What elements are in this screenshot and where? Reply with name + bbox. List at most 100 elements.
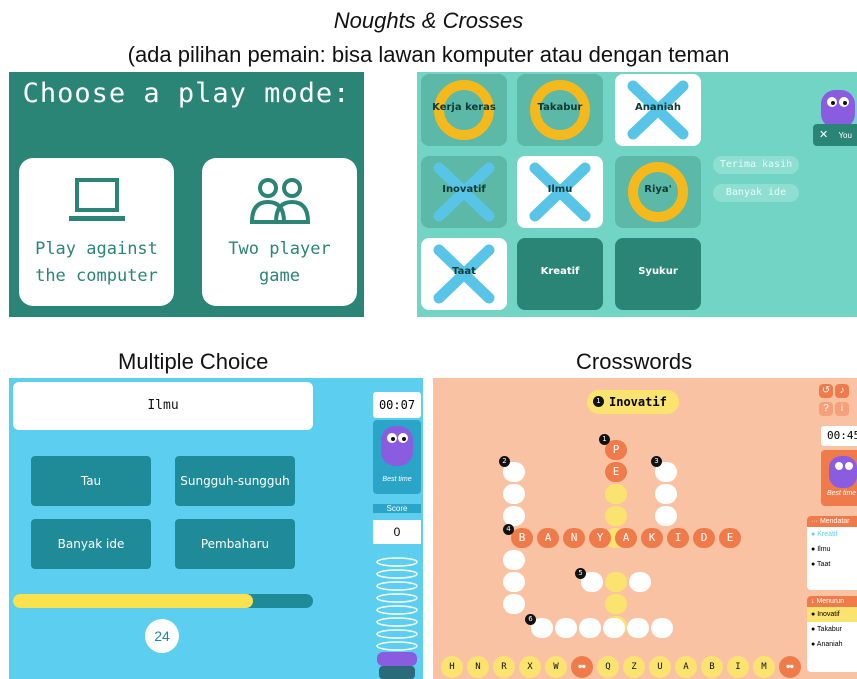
letter-key[interactable]: I — [727, 656, 749, 678]
down-item[interactable]: ● Ananiah — [807, 637, 857, 652]
play-mode-title: Choose a play mode: — [22, 78, 351, 109]
play-mode-panel: Choose a play mode: Play against the com… — [9, 72, 364, 317]
crossword-cell[interactable] — [651, 618, 673, 638]
crossword-cell[interactable] — [605, 484, 627, 504]
letter-key[interactable]: W — [545, 656, 567, 678]
board-cell[interactable]: Inovatif — [421, 156, 507, 228]
crossword-cell[interactable]: E — [605, 462, 627, 482]
answer-option[interactable]: Tau — [31, 456, 151, 506]
close-icon[interactable]: ✕ — [819, 129, 828, 141]
down-item[interactable]: ● Takabur — [807, 622, 857, 637]
crossword-cell[interactable]: B — [511, 528, 533, 548]
board-cell[interactable]: Takabur — [517, 74, 603, 146]
board-cell-label: Takabur — [537, 102, 583, 113]
across-item[interactable]: ● Taat — [807, 557, 857, 572]
board-cell-label: Ananiah — [634, 102, 682, 113]
mc-sidebar: 00:07 Best time Score 0 — [371, 378, 423, 679]
board-cell[interactable]: Kreatif — [517, 238, 603, 310]
timer-display: 00:07 — [373, 392, 421, 418]
crossword-cell[interactable] — [629, 572, 651, 592]
crossword-cell[interactable] — [605, 594, 627, 614]
crossword-cell[interactable] — [503, 506, 525, 526]
crossword-cell[interactable] — [503, 572, 525, 592]
board-cell[interactable]: Syukur — [615, 238, 701, 310]
score-label: Score — [373, 504, 421, 513]
crossword-cell[interactable]: I — [667, 528, 689, 548]
crossword-cell[interactable] — [555, 618, 577, 638]
letter-key[interactable]: A — [675, 656, 697, 678]
letter-key[interactable]: X — [519, 656, 541, 678]
player-turn-tag: ✕ You — [813, 124, 857, 146]
crossword-cell[interactable]: K — [641, 528, 663, 548]
board-cell[interactable]: Ilmu — [517, 156, 603, 228]
letter-key[interactable]: B — [701, 656, 723, 678]
clue-text: Inovatif — [609, 395, 667, 409]
hint-icon[interactable]: ? — [819, 402, 833, 416]
crossword-cell[interactable] — [605, 572, 627, 592]
across-header: ··· Mendatar — [807, 516, 857, 527]
letter-key[interactable]: Z — [623, 656, 645, 678]
page-subtitle: (ada pilihan pemain: bisa lawan komputer… — [127, 42, 730, 67]
cw-mascot-card: Best time — [821, 450, 857, 506]
question-text: Ilmu — [147, 398, 179, 413]
letter-key[interactable]: R — [493, 656, 515, 678]
crossword-cell[interactable]: Y — [589, 528, 611, 548]
cw-timer-text: 00:45 — [827, 429, 857, 442]
crossword-cell[interactable] — [503, 484, 525, 504]
crossword-cell[interactable] — [503, 550, 525, 570]
answer-option[interactable]: Pembaharu — [175, 519, 295, 569]
board-cell[interactable]: Taat — [421, 238, 507, 310]
crossword-cell[interactable]: N — [563, 528, 585, 548]
letter-key[interactable]: M — [753, 656, 775, 678]
crossword-cell[interactable] — [503, 594, 525, 614]
crossword-cell[interactable] — [655, 506, 677, 526]
crossword-cell[interactable] — [655, 484, 677, 504]
board-cell[interactable]: Ananiah — [615, 74, 701, 146]
down-header: ↓ Menurun — [807, 596, 857, 607]
question-counter: 24 — [145, 619, 179, 653]
letter-key[interactable]: H — [441, 656, 463, 678]
letter-key[interactable]: N — [467, 656, 489, 678]
monster-mascot-icon — [829, 456, 857, 488]
letter-key[interactable]: U — [649, 656, 671, 678]
timer-text: 00:07 — [378, 398, 416, 412]
down-clue-list: ↓ Menurun ● Inovatif ● Takabur ● Ananiah — [807, 596, 857, 672]
across-item[interactable]: ● Ilmu — [807, 542, 857, 557]
answer-option[interactable]: Banyak ide — [31, 519, 151, 569]
undo-icon[interactable]: ↺ — [819, 384, 833, 398]
monster-key-icon[interactable]: ●● — [571, 656, 593, 678]
progress-track — [13, 594, 313, 608]
clue-number-marker: 3 — [651, 456, 662, 467]
monster-mascot-icon — [381, 426, 413, 466]
play-against-computer-button[interactable]: Play against the computer — [19, 158, 174, 306]
crossword-cell[interactable] — [627, 618, 649, 638]
crossword-cell[interactable]: D — [693, 528, 715, 548]
crossword-cell[interactable] — [605, 506, 627, 526]
two-player-label-line1: Two player — [228, 239, 331, 259]
crossword-cell[interactable] — [579, 618, 601, 638]
answer-chip[interactable]: Banyak ide — [713, 184, 799, 202]
two-player-button[interactable]: Two player game — [202, 158, 357, 306]
board-cell-label: Ilmu — [547, 184, 573, 195]
letter-key[interactable]: Q — [597, 656, 619, 678]
page-title: Noughts & Crosses — [333, 8, 524, 33]
board-cell[interactable]: Riya' — [615, 156, 701, 228]
clue-number-marker: 5 — [575, 568, 586, 579]
crossword-cell[interactable] — [603, 618, 625, 638]
crossword-cell[interactable]: A — [537, 528, 559, 548]
answer-option[interactable]: Sungguh-sungguh — [175, 456, 295, 506]
computer-label-line2: the computer — [35, 266, 158, 286]
crossword-cell[interactable]: E — [719, 528, 741, 548]
monster-key-icon[interactable]: ●● — [779, 656, 801, 678]
best-time-label: Best time — [382, 476, 412, 483]
answer-chip[interactable]: Terima kasih — [713, 156, 799, 174]
clue-number-marker: 6 — [525, 614, 536, 625]
down-item[interactable]: ● Inovatif — [807, 607, 857, 622]
info-icon[interactable]: i — [835, 402, 849, 416]
sound-icon[interactable]: ♪ — [835, 384, 849, 398]
across-item[interactable]: ● Kreatif — [807, 527, 857, 542]
board-cell[interactable]: Kerja keras — [421, 74, 507, 146]
question-count: 24 — [154, 628, 170, 644]
laptop-icon — [68, 178, 125, 221]
crossword-cell[interactable]: A — [615, 528, 637, 548]
